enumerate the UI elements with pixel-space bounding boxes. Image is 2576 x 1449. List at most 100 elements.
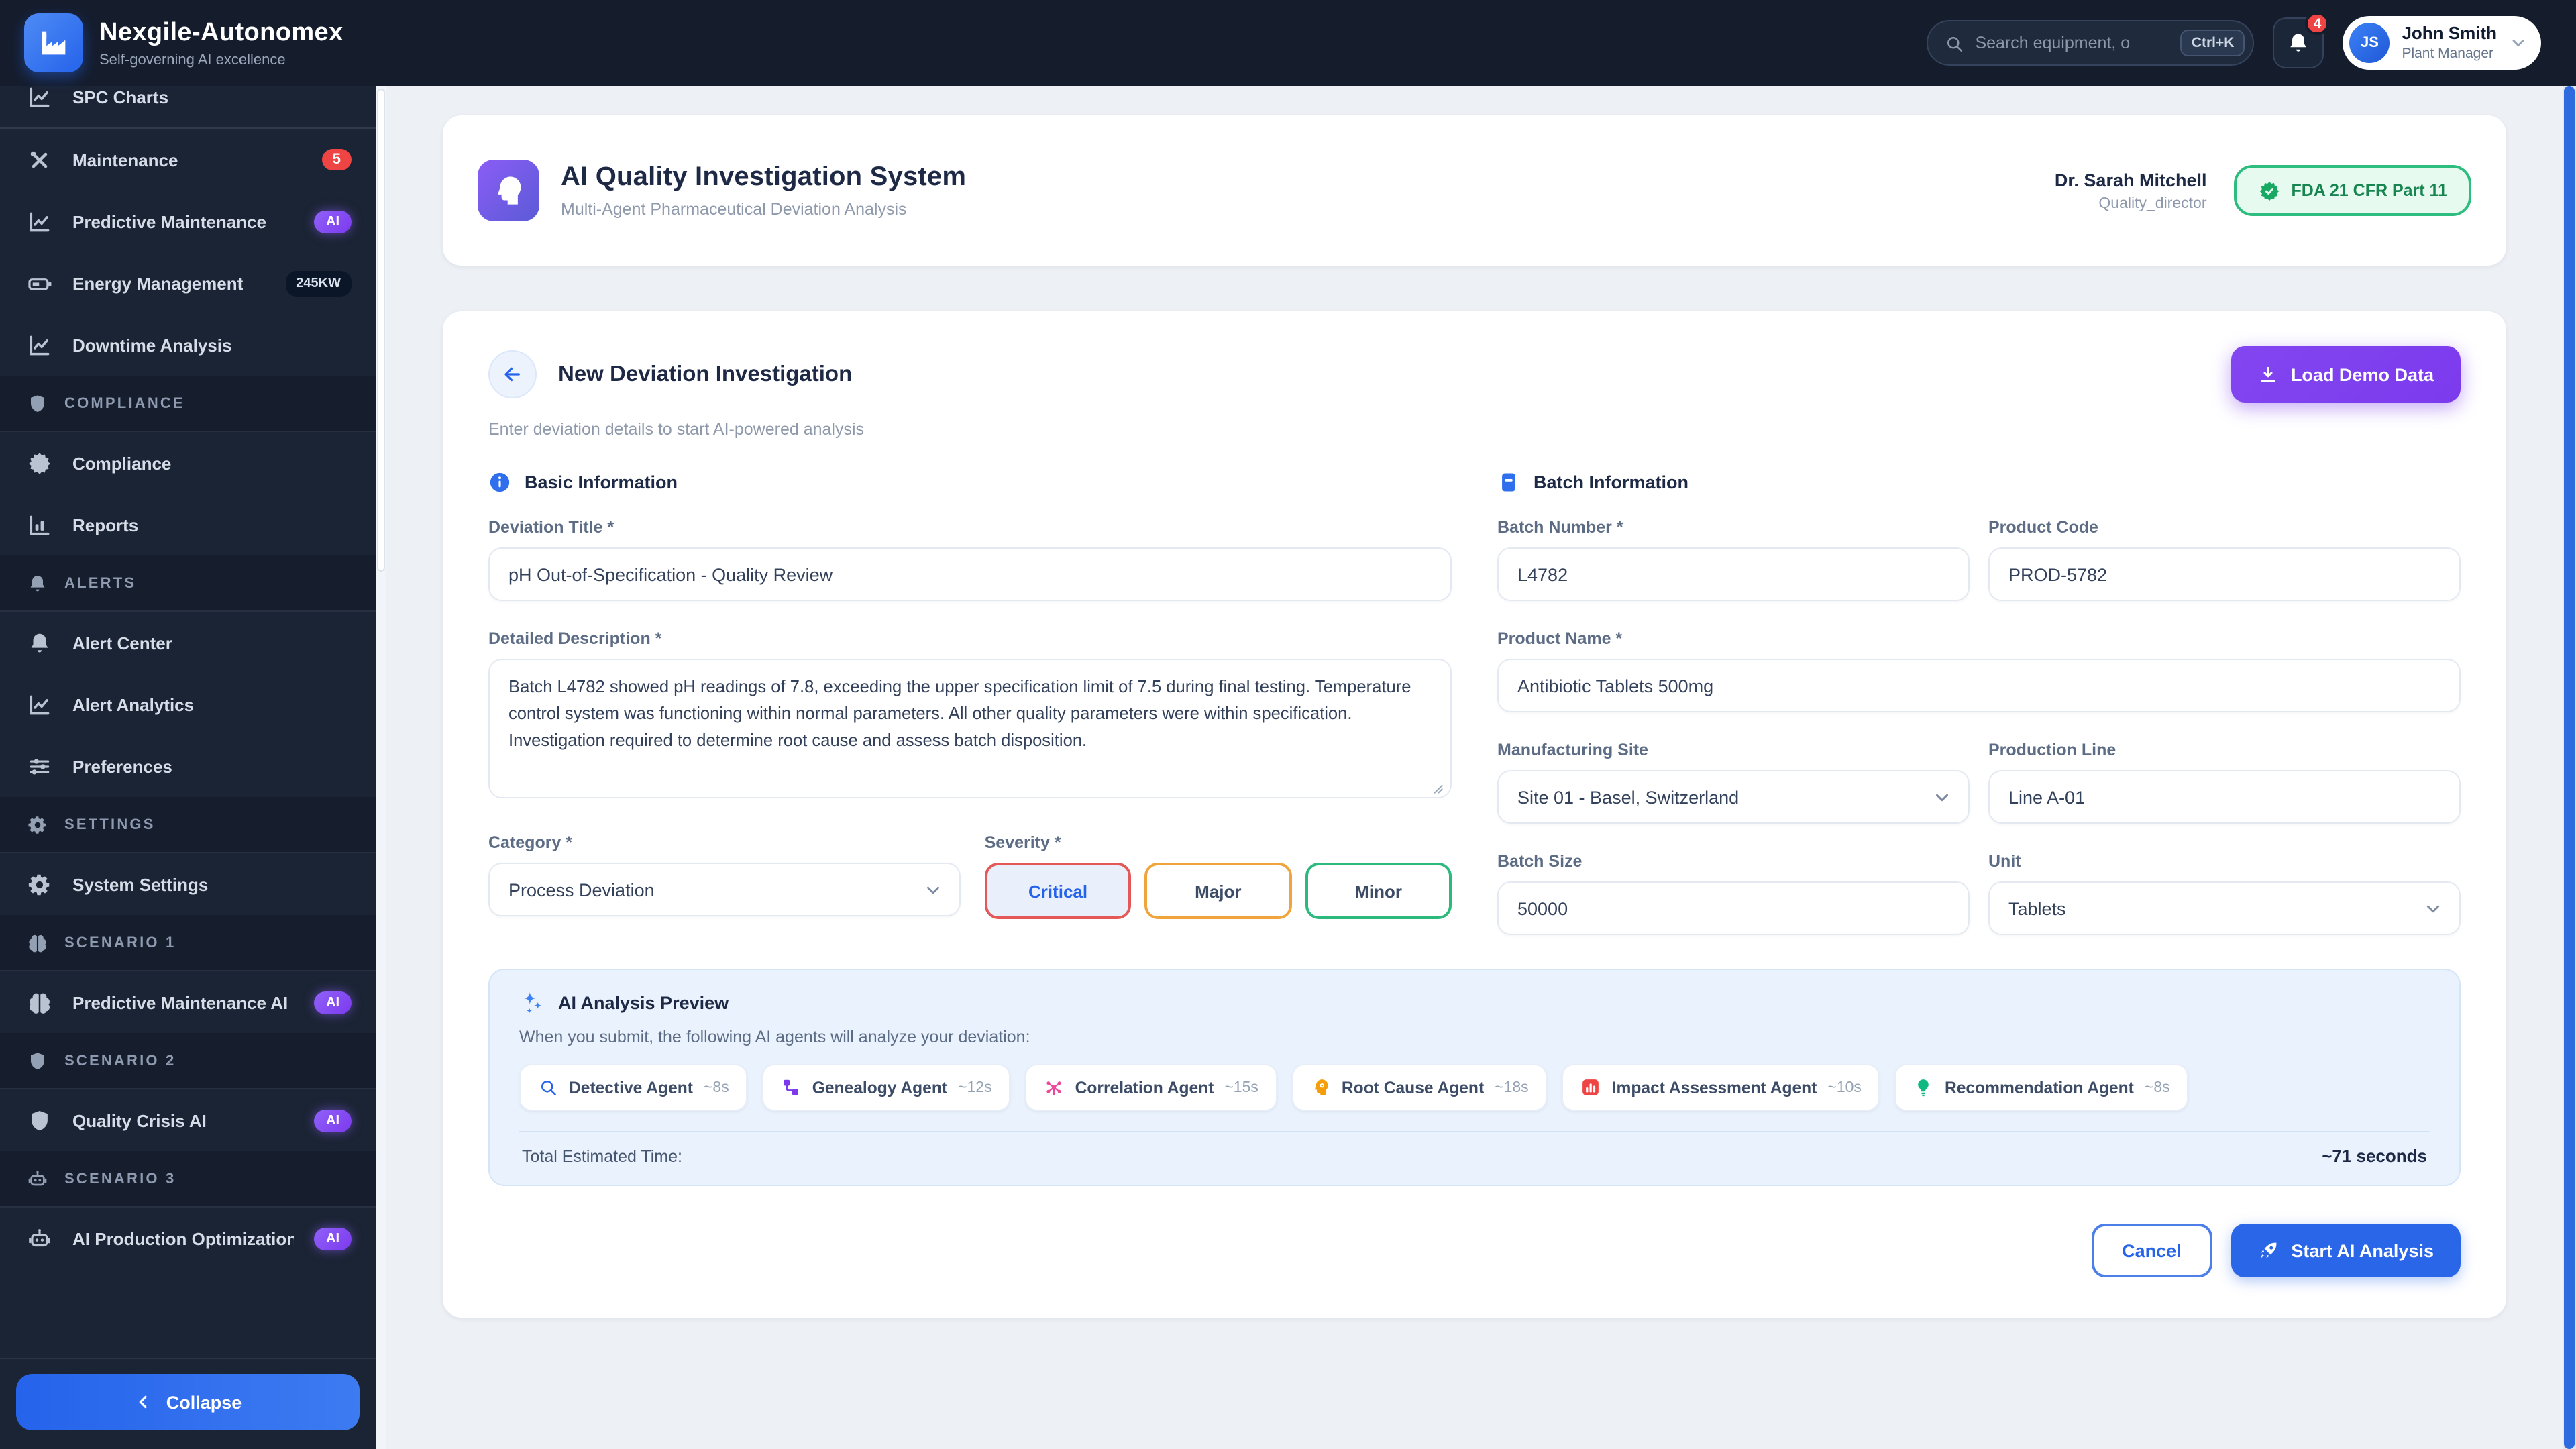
- beaker-icon: [1497, 471, 1520, 494]
- sidebar-scrollbar[interactable]: [376, 86, 386, 1449]
- back-button[interactable]: [488, 350, 537, 398]
- bell-icon: [2286, 31, 2310, 55]
- brain-icon: [27, 989, 52, 1015]
- shield-icon: [27, 392, 48, 414]
- sliders-icon: [27, 753, 52, 779]
- app-tagline: Self-governing AI excellence: [99, 52, 343, 68]
- collapse-sidebar-button[interactable]: Collapse: [16, 1374, 360, 1430]
- chevron-down-icon: [2509, 34, 2528, 52]
- product-code-input[interactable]: [1988, 547, 2461, 601]
- arrow-left-icon: [502, 364, 523, 385]
- sidebar-item-predictive-maintenance-ai[interactable]: Predictive Maintenance AI AI: [0, 971, 376, 1033]
- count-badge: 5: [322, 149, 352, 170]
- cancel-button[interactable]: Cancel: [2091, 1224, 2212, 1277]
- rosette-icon: [27, 450, 52, 476]
- agent-chip-root-cause: Root Cause Agent ~18s: [1292, 1064, 1548, 1111]
- main-scrollbar-thumb[interactable]: [2564, 86, 2575, 1449]
- sidebar-item-reports[interactable]: Reports: [0, 494, 376, 555]
- bell-icon: [27, 630, 52, 655]
- brand: Nexgile-Autonomex Self-governing AI exce…: [0, 13, 386, 72]
- gear-icon: [27, 871, 52, 897]
- unit-select[interactable]: Tablets: [1988, 881, 2461, 935]
- severity-critical-button[interactable]: Critical: [985, 863, 1132, 919]
- notifications-button[interactable]: 4: [2273, 17, 2324, 68]
- tools-icon: [27, 147, 52, 172]
- sidebar-item-system-settings[interactable]: System Settings: [0, 853, 376, 915]
- detailed-description-textarea[interactable]: Batch L4782 showed pH readings of 7.8, e…: [488, 659, 1452, 798]
- severity-major-button[interactable]: Major: [1144, 863, 1291, 919]
- badge-check-icon: [2258, 179, 2281, 202]
- bar-chart-icon: [27, 512, 52, 537]
- unit-label: Unit: [1988, 852, 2461, 871]
- production-line-input[interactable]: [1988, 770, 2461, 824]
- agent-chip-list: Detective Agent ~8s Genealogy Agent ~12s…: [519, 1064, 2430, 1111]
- magnifier-icon: [538, 1077, 558, 1097]
- chevron-down-icon: [923, 879, 943, 900]
- bell-icon: [27, 572, 48, 594]
- hierarchy-icon: [782, 1077, 802, 1097]
- batch-information-section: Batch Information Batch Number * Product…: [1497, 471, 2461, 963]
- user-role: Plant Manager: [2402, 46, 2497, 62]
- sidebar-item-preferences[interactable]: Preferences: [0, 735, 376, 797]
- deviation-title-label: Deviation Title *: [488, 518, 1452, 537]
- batch-size-input[interactable]: [1497, 881, 1970, 935]
- main-scrollbar[interactable]: [2563, 86, 2576, 1449]
- main-content: AI Quality Investigation System Multi-Ag…: [386, 86, 2560, 1449]
- sidebar-item-alert-analytics[interactable]: Alert Analytics: [0, 674, 376, 735]
- detailed-description-label: Detailed Description *: [488, 629, 1452, 648]
- chart-icon: [27, 86, 52, 110]
- deviation-form-card: New Deviation Investigation Load Demo Da…: [443, 311, 2506, 1318]
- sidebar-item-ai-production-optimization[interactable]: AI Production Optimization AI: [0, 1208, 376, 1269]
- factory-logo-icon: [24, 13, 83, 72]
- sidebar-item-maintenance[interactable]: Maintenance 5: [0, 129, 376, 191]
- sidebar-item-predictive-maintenance[interactable]: Predictive Maintenance AI: [0, 191, 376, 252]
- user-name: John Smith: [2402, 24, 2497, 44]
- start-ai-analysis-button[interactable]: Start AI Analysis: [2231, 1224, 2461, 1277]
- notification-count-badge: 4: [2306, 12, 2330, 35]
- app-window: Nexgile-Autonomex Self-governing AI exce…: [0, 0, 2576, 1449]
- search-input[interactable]: Search equipment, o Ctrl+K: [1927, 20, 2254, 66]
- chart-icon: [27, 209, 52, 234]
- app-title: Nexgile-Autonomex: [99, 18, 343, 48]
- severity-minor-button[interactable]: Minor: [1305, 863, 1452, 919]
- sidebar-scrollbar-thumb[interactable]: [377, 89, 385, 572]
- compliance-badge: FDA 21 CFR Part 11: [2234, 165, 2472, 216]
- resize-grip-icon[interactable]: [1428, 778, 1445, 796]
- manufacturing-site-select[interactable]: Site 01 - Basel, Switzerland: [1497, 770, 1970, 824]
- chevron-down-icon: [1932, 787, 1952, 807]
- sidebar-item-compliance[interactable]: Compliance: [0, 432, 376, 494]
- sidebar-item-alert-center[interactable]: Alert Center: [0, 612, 376, 674]
- batch-number-label: Batch Number *: [1497, 518, 1970, 537]
- product-name-input[interactable]: [1497, 659, 2461, 712]
- sidebar-item-downtime-analysis[interactable]: Downtime Analysis: [0, 314, 376, 376]
- batch-number-input[interactable]: [1497, 547, 1970, 601]
- agent-chip-correlation: Correlation Agent ~15s: [1026, 1064, 1277, 1111]
- chevron-down-icon: [2423, 898, 2443, 918]
- gear-icon: [27, 814, 48, 835]
- sidebar-item-quality-crisis-ai[interactable]: Quality Crisis AI AI: [0, 1089, 376, 1151]
- total-time-value: ~71 seconds: [2322, 1146, 2427, 1166]
- sidebar-item-energy-management[interactable]: Energy Management 245KW: [0, 252, 376, 314]
- user-menu[interactable]: JS John Smith Plant Manager: [2343, 16, 2541, 70]
- form-subtitle: Enter deviation details to start AI-powe…: [488, 420, 2461, 439]
- ai-badge: AI: [314, 991, 352, 1014]
- download-icon: [2259, 364, 2279, 384]
- sidebar-item-spc-charts[interactable]: SPC Charts: [0, 86, 376, 129]
- ai-analysis-preview-panel: AI Analysis Preview When you submit, the…: [488, 969, 2461, 1186]
- robot-icon: [27, 1226, 52, 1251]
- severity-label: Severity *: [985, 833, 1452, 852]
- shield-icon: [27, 1108, 52, 1133]
- category-select[interactable]: Process Deviation: [488, 863, 961, 916]
- search-icon: [1944, 33, 1964, 53]
- load-demo-data-button[interactable]: Load Demo Data: [2232, 346, 2461, 402]
- page-subtitle: Multi-Agent Pharmaceutical Deviation Ana…: [561, 200, 966, 219]
- basic-info-heading: Basic Information: [525, 472, 678, 492]
- ai-badge: AI: [314, 1109, 352, 1132]
- ai-head-icon: [478, 160, 539, 221]
- chart-icon: [27, 332, 52, 358]
- sidebar: SPC Charts Maintenance 5 Predictive Main…: [0, 86, 376, 1449]
- avatar: JS: [2349, 23, 2390, 63]
- deviation-title-input[interactable]: [488, 547, 1452, 601]
- basic-information-section: Basic Information Deviation Title * Deta…: [488, 471, 1452, 963]
- agent-chip-impact: Impact Assessment Agent ~10s: [1562, 1064, 1880, 1111]
